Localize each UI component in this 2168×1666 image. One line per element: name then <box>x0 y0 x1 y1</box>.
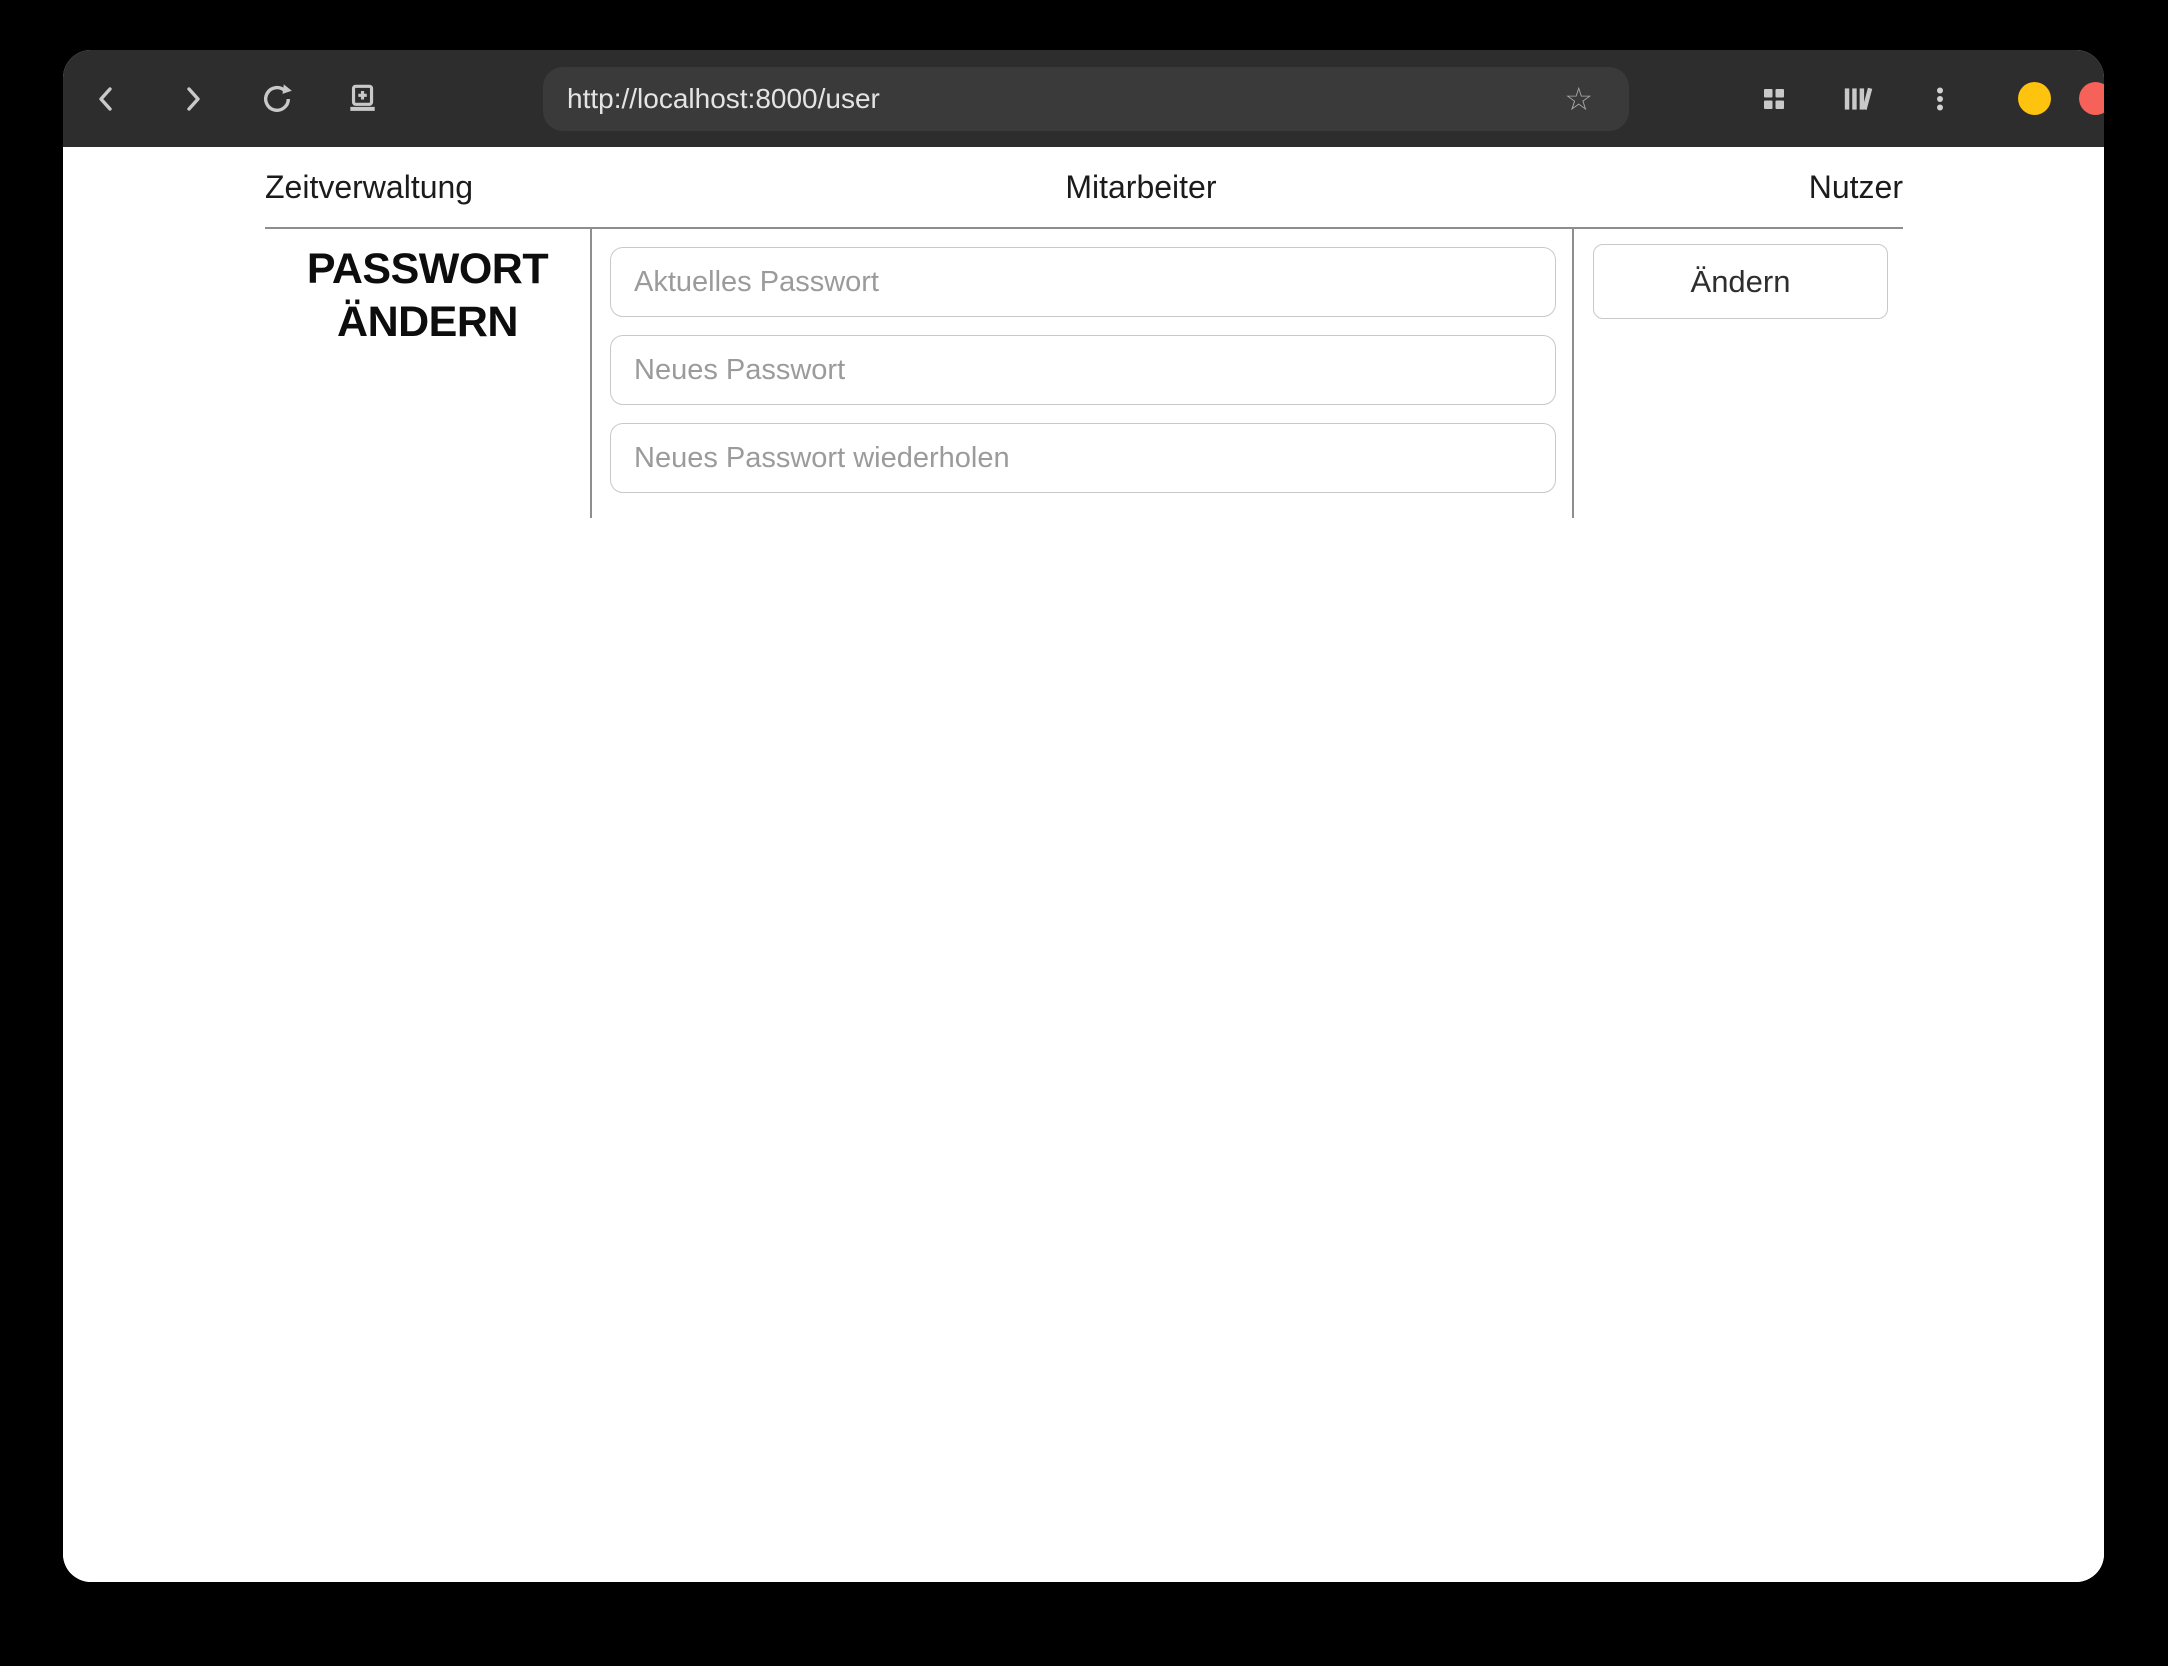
page-title: PASSWORT ÄNDERN <box>306 245 549 346</box>
nav-item-nutzer[interactable]: Nutzer <box>1809 169 1903 206</box>
grid-icon <box>1764 88 1784 109</box>
back-button[interactable] <box>83 75 131 123</box>
page-container: Zeitverwaltung Mitarbeiter Nutzer PASSWO… <box>265 147 1903 518</box>
url-bar[interactable]: http://localhost:8000/user ☆ <box>543 66 1629 131</box>
library-icon <box>1844 87 1873 110</box>
bookmark-star-icon[interactable]: ☆ <box>1564 83 1593 115</box>
nav-item-mitarbeiter[interactable]: Mitarbeiter <box>1065 169 1216 206</box>
desktop-background: http://localhost:8000/user ☆ Zeitverwalt… <box>0 0 2168 1666</box>
close-button[interactable] <box>2079 82 2104 115</box>
browser-window: http://localhost:8000/user ☆ Zeitverwalt… <box>63 50 2104 1582</box>
chevron-left-icon <box>99 86 112 111</box>
submit-column: Ändern <box>1574 229 1903 518</box>
reload-button[interactable] <box>253 75 301 123</box>
main-navigation: Zeitverwaltung Mitarbeiter Nutzer <box>265 147 1903 229</box>
new-tab-icon <box>350 84 375 111</box>
minimize-button[interactable] <box>2018 82 2051 115</box>
reload-icon <box>263 83 292 112</box>
new-tab-button[interactable] <box>338 75 386 123</box>
forward-button[interactable] <box>168 75 216 123</box>
library-button[interactable] <box>1833 75 1881 123</box>
password-change-section: PASSWORT ÄNDERN Ändern <box>265 229 1903 518</box>
browser-titlebar: http://localhost:8000/user ☆ <box>63 50 2104 147</box>
url-text: http://localhost:8000/user <box>567 82 880 114</box>
current-password-field[interactable] <box>610 247 1556 317</box>
tab-overview-button[interactable] <box>1750 75 1798 123</box>
nav-item-zeitverwaltung[interactable]: Zeitverwaltung <box>265 169 473 206</box>
change-password-button[interactable]: Ändern <box>1593 244 1888 319</box>
page-content: Zeitverwaltung Mitarbeiter Nutzer PASSWO… <box>63 147 2104 1582</box>
chevron-right-icon <box>187 86 200 111</box>
password-fields-column <box>590 229 1574 518</box>
kebab-menu-icon <box>1937 87 1943 110</box>
new-password-field[interactable] <box>610 335 1556 405</box>
menu-button[interactable] <box>1916 75 1964 123</box>
password-heading-column: PASSWORT ÄNDERN <box>265 229 590 518</box>
repeat-password-field[interactable] <box>610 423 1556 493</box>
